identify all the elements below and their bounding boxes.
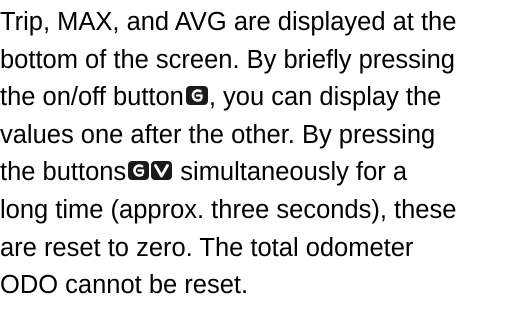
text-line-5: the buttons simultaneously for a [0,154,512,192]
text-line-5-start: the buttons [0,158,127,187]
text-line-5-end: simultaneously for a [173,158,408,187]
text-line-2: bottom of the screen. By briefly pressin… [0,45,455,74]
c-v-buttons-icon [128,161,173,181]
text-line-4: values one after the other. By pressing [0,120,436,149]
text-line-7: are reset to zero. The total odometer [0,233,414,262]
text-line-3-end: , you can display the [208,83,442,112]
text-line-3-start: the on/off button [0,83,184,112]
text-line-8: ODO cannot be reset. [0,271,249,300]
text-line-3: the on/off button , you can display the [0,79,512,117]
text-line-1: Trip, MAX, and AVG are displayed at the [0,8,457,36]
c-button-icon [185,86,208,106]
text-line-6: long time (approx. three seconds), these [0,195,457,224]
manual-paragraph: Trip, MAX, and AVG are displayed at the … [0,4,512,305]
